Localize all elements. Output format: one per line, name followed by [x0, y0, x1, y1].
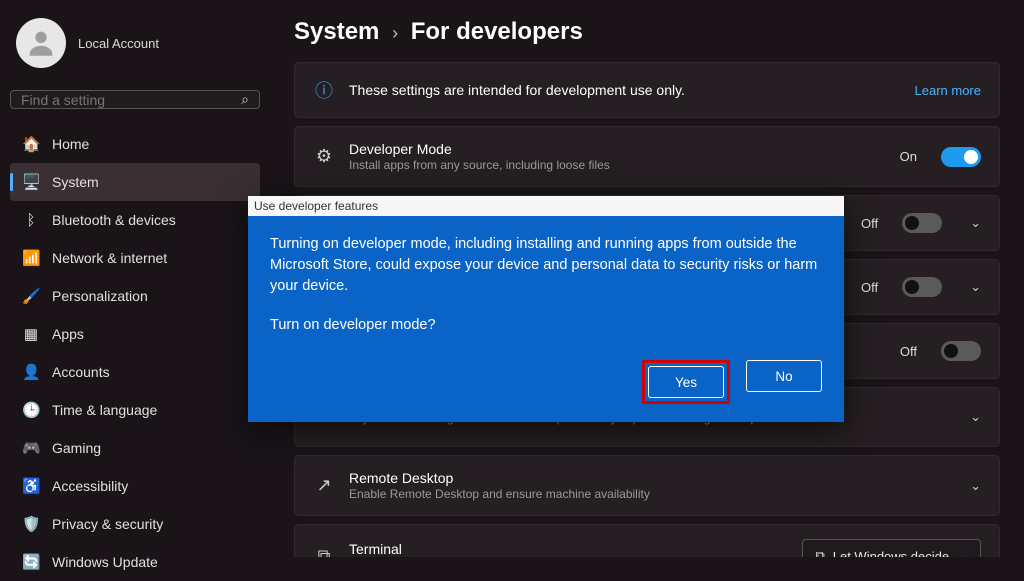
developer-features-dialog: Use developer features Turning on develo…	[248, 196, 844, 422]
account-name: Local Account	[78, 36, 159, 51]
nav-label: Home	[52, 136, 89, 152]
sidebar-item-personalization[interactable]: 🖌️ Personalization	[10, 277, 260, 315]
row-desc: Enable Remote Desktop and ensure machine…	[349, 487, 942, 501]
terminal-icon: ⧉	[313, 546, 335, 558]
toggle-state: Off	[861, 216, 878, 231]
nav-icon: 🛡️	[22, 515, 40, 533]
remote-icon: ↗	[313, 475, 335, 496]
no-button[interactable]: No	[746, 360, 822, 392]
info-text: These settings are intended for developm…	[349, 82, 901, 98]
nav-label: Accounts	[52, 364, 110, 380]
dialog-question: Turn on developer mode?	[270, 315, 822, 336]
terminal-dropdown-icon: ⧉	[815, 548, 824, 557]
nav-icon: 🖌️	[22, 287, 40, 305]
nav-icon: 🖥️	[22, 173, 40, 191]
developer-icon: ⚙	[313, 146, 335, 167]
sidebar-item-accounts[interactable]: 👤 Accounts	[10, 353, 260, 391]
toggle-state: Off	[900, 344, 917, 359]
developer-mode-toggle[interactable]	[941, 147, 981, 167]
chevron-down-icon: ⌄	[970, 215, 981, 231]
toggle-state: On	[900, 149, 917, 164]
learn-more-link[interactable]: Learn more	[915, 83, 981, 98]
nav-label: Network & internet	[52, 250, 167, 266]
row-desc: Install apps from any source, including …	[349, 158, 886, 172]
nav-icon: 🏠	[22, 135, 40, 153]
nav-label: Privacy & security	[52, 516, 163, 532]
row-title: Developer Mode	[349, 141, 886, 157]
nav-label: Apps	[52, 326, 84, 342]
chevron-down-icon: ⌄	[957, 548, 968, 557]
chevron-down-icon: ⌄	[970, 409, 981, 425]
nav-icon: 👤	[22, 363, 40, 381]
nav-icon: 🎮	[22, 439, 40, 457]
chevron-down-icon: ⌄	[970, 478, 981, 494]
remote-desktop-row[interactable]: ↗ Remote Desktop Enable Remote Desktop a…	[294, 455, 1000, 516]
row-title: Remote Desktop	[349, 470, 942, 486]
search-input-wrapper[interactable]: ⌕	[10, 90, 260, 109]
row-title: Terminal	[349, 541, 788, 557]
sidebar-item-accessibility[interactable]: ♿ Accessibility	[10, 467, 260, 505]
avatar	[16, 18, 66, 68]
sidebar-item-windows-update[interactable]: 🔄 Windows Update	[10, 543, 260, 581]
sidebar-item-gaming[interactable]: 🎮 Gaming	[10, 429, 260, 467]
yes-button-highlight: Yes	[642, 360, 730, 404]
nav-label: Personalization	[52, 288, 148, 304]
device-portal-toggle[interactable]	[902, 213, 942, 233]
nav-icon: ▦	[22, 325, 40, 343]
info-icon: ⓘ	[313, 77, 335, 103]
breadcrumb: System › For developers	[294, 18, 1000, 46]
nav-label: Accessibility	[52, 478, 128, 494]
row-toggle[interactable]	[902, 277, 942, 297]
terminal-dropdown-label: Let Windows decide	[833, 549, 949, 558]
sidebar-item-time-language[interactable]: 🕒 Time & language	[10, 391, 260, 429]
chevron-right-icon: ›	[392, 23, 398, 43]
nav-icon: ♿	[22, 477, 40, 495]
sidebar-item-network-internet[interactable]: 📶 Network & internet	[10, 239, 260, 277]
breadcrumb-current: For developers	[411, 18, 583, 45]
chevron-down-icon: ⌄	[970, 279, 981, 295]
nav-label: Bluetooth & devices	[52, 212, 176, 228]
row-toggle[interactable]	[941, 341, 981, 361]
search-icon: ⌕	[241, 91, 249, 108]
search-input[interactable]	[21, 92, 241, 108]
nav-icon: 🔄	[22, 553, 40, 571]
nav-icon: 📶	[22, 249, 40, 267]
terminal-row[interactable]: ⧉ Terminal Choose the default terminal a…	[294, 524, 1000, 557]
terminal-dropdown[interactable]: ⧉ Let Windows decide ⌄	[802, 539, 981, 557]
nav-icon: ᛒ	[22, 212, 40, 229]
nav-label: Time & language	[52, 402, 157, 418]
sidebar-item-home[interactable]: 🏠 Home	[10, 125, 260, 163]
dialog-body-text: Turning on developer mode, including ins…	[270, 234, 822, 297]
nav-label: Windows Update	[52, 554, 158, 570]
breadcrumb-parent[interactable]: System	[294, 18, 379, 45]
yes-button[interactable]: Yes	[648, 366, 724, 398]
nav-label: System	[52, 174, 99, 190]
sidebar-item-system[interactable]: 🖥️ System	[10, 163, 260, 201]
info-banner: ⓘ These settings are intended for develo…	[294, 62, 1000, 118]
dialog-title: Use developer features	[248, 196, 844, 216]
sidebar-item-apps[interactable]: ▦ Apps	[10, 315, 260, 353]
sidebar-item-privacy-security[interactable]: 🛡️ Privacy & security	[10, 505, 260, 543]
developer-mode-row[interactable]: ⚙ Developer Mode Install apps from any s…	[294, 126, 1000, 187]
toggle-state: Off	[861, 280, 878, 295]
nav-label: Gaming	[52, 440, 101, 456]
user-account[interactable]: Local Account	[10, 18, 260, 68]
nav-icon: 🕒	[22, 401, 40, 419]
sidebar-item-bluetooth-devices[interactable]: ᛒ Bluetooth & devices	[10, 201, 260, 239]
